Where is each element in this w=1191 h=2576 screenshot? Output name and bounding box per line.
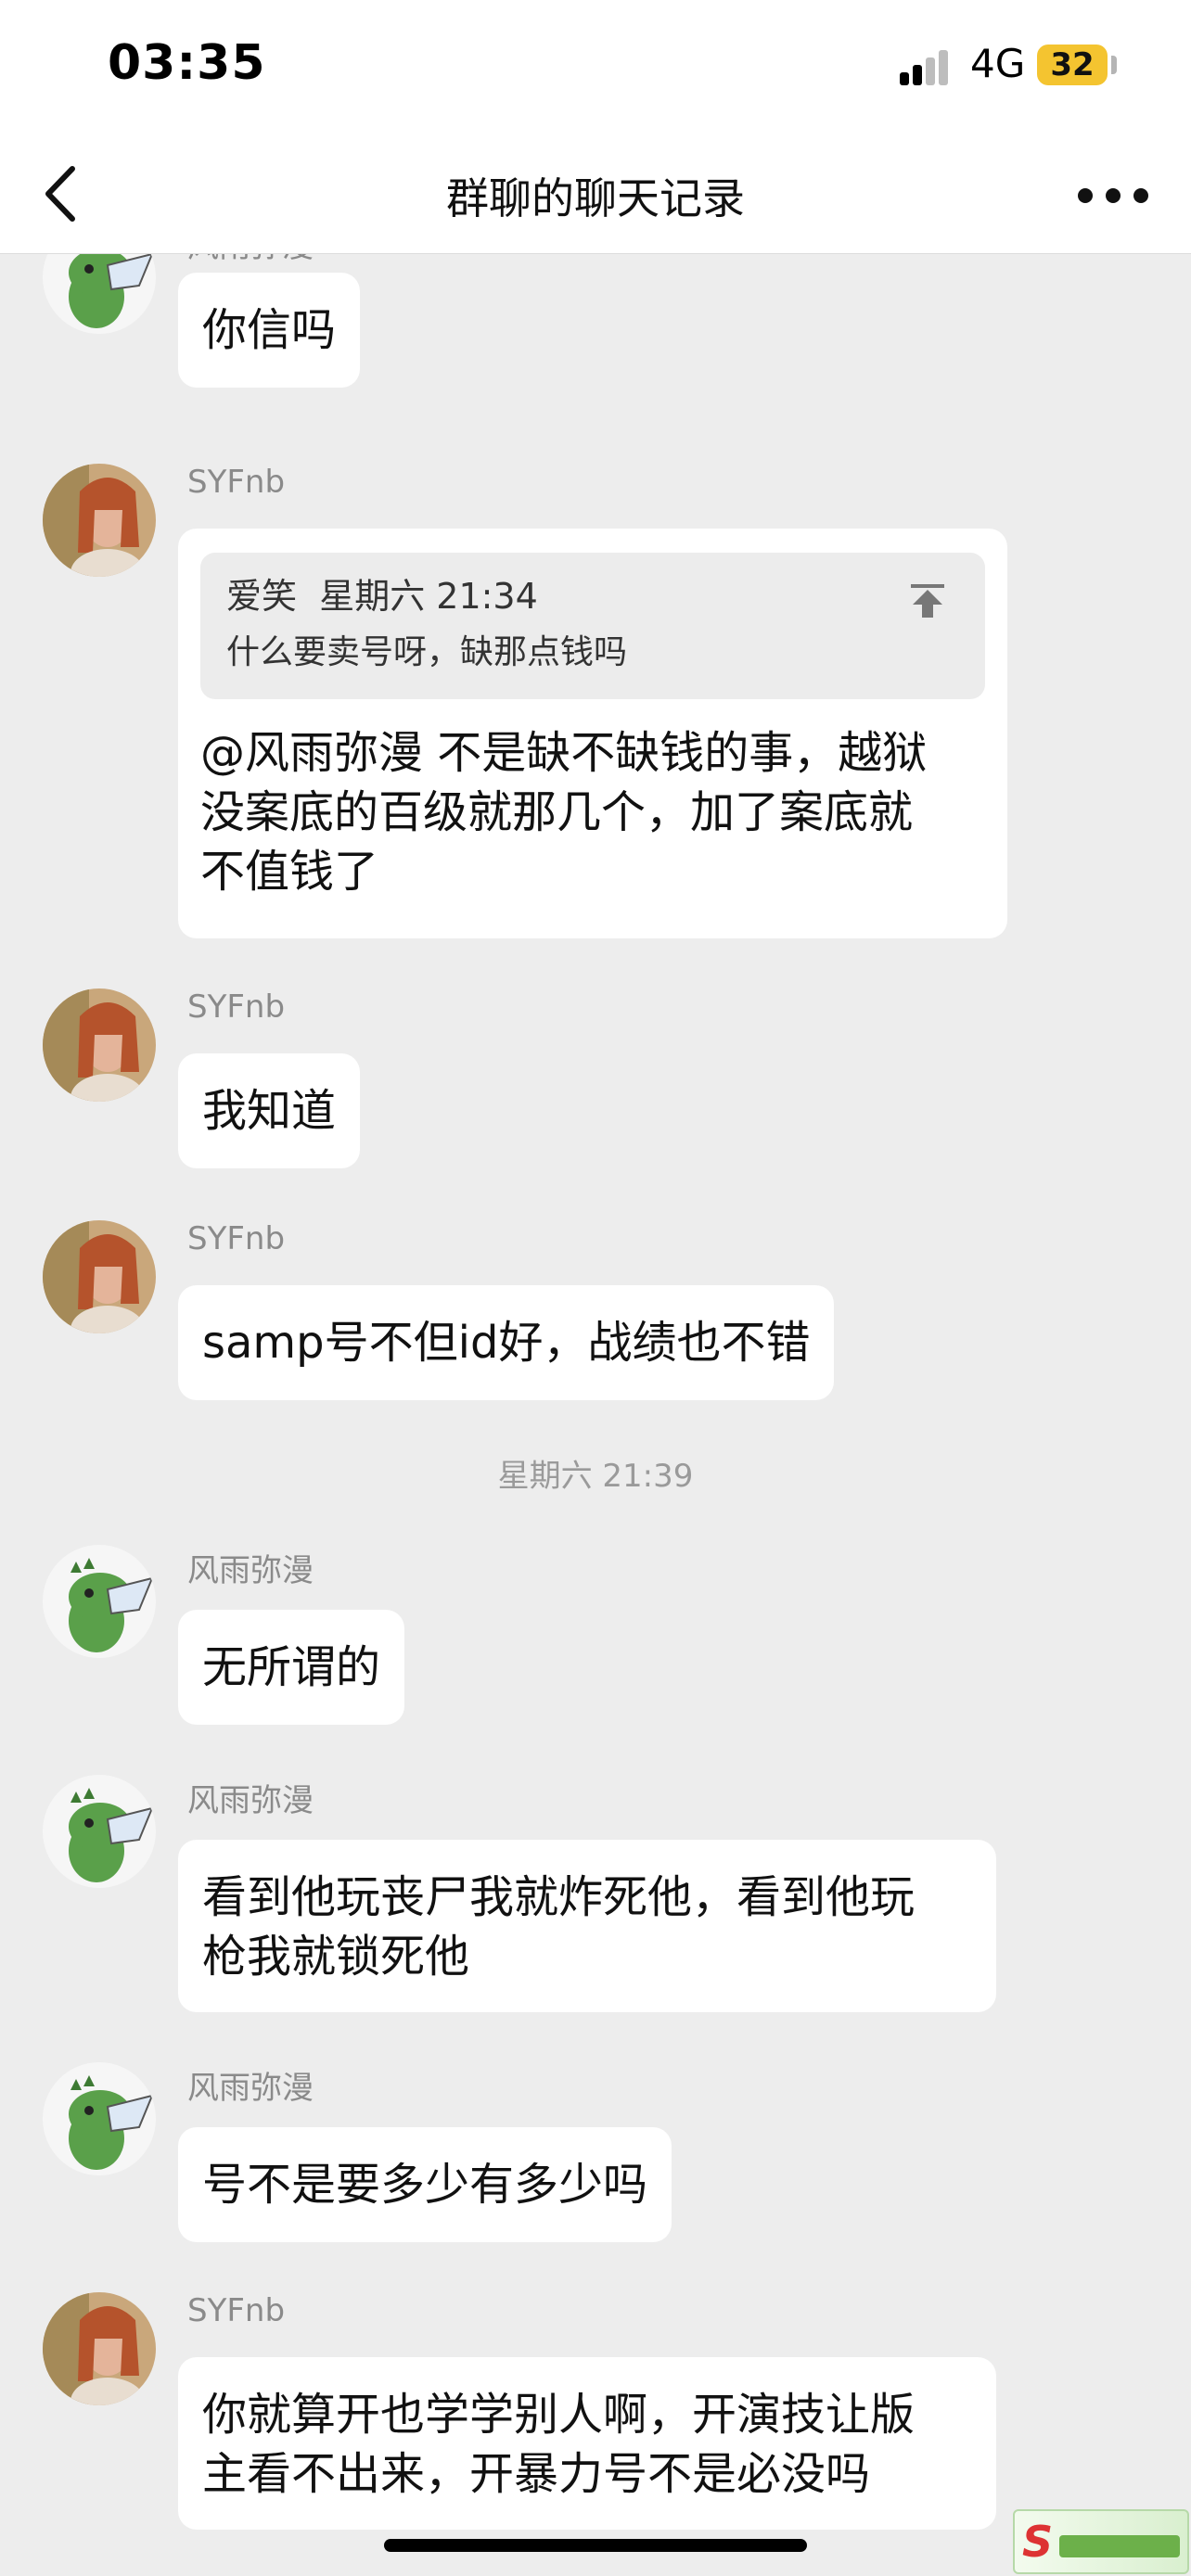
- sender-name: SYFnb: [187, 1220, 286, 1257]
- network-type: 4G: [970, 41, 1026, 86]
- message-text: 你就算开也学学别人啊，开演技让版 主看不出来，开暴力号不是必没吗: [202, 2389, 916, 2500]
- message-text: 我知道: [202, 1085, 337, 1137]
- avatar-syfnb[interactable]: [43, 988, 156, 1102]
- message-bubble[interactable]: 我知道: [178, 1053, 361, 1168]
- cellular-signal-icon: [900, 48, 955, 85]
- status-time: 03:35: [108, 35, 266, 91]
- quote-author: 爱笑: [226, 576, 298, 617]
- message-bubble[interactable]: samp号不但id好，战绩也不错: [178, 1285, 835, 1400]
- message-text: 号不是要多少有多少吗: [202, 2159, 648, 2211]
- site-watermark-logo: S: [1013, 2509, 1189, 2574]
- sender-name: SYFnb: [187, 464, 286, 501]
- quote-time: 星期六 21:34: [319, 576, 538, 617]
- sender-name: SYFnb: [187, 988, 286, 1026]
- battery-cap: [1111, 56, 1117, 74]
- sender-name: 风雨弥漫: [187, 1782, 314, 1819]
- quote-header: 爱笑 星期六 21:34: [226, 573, 959, 619]
- more-horizontal-icon[interactable]: [1076, 182, 1150, 210]
- message-bubble[interactable]: 号不是要多少有多少吗: [178, 2127, 672, 2242]
- message-text: samp号不但id好，战绩也不错: [202, 1317, 811, 1369]
- page-title: 群聊的聊天记录: [446, 173, 745, 223]
- avatar-dino[interactable]: [43, 1545, 156, 1658]
- status-bar: 03:35 4G 32: [0, 0, 1191, 139]
- avatar-dino[interactable]: [43, 1775, 156, 1888]
- message-text: 无所谓的: [202, 1641, 381, 1693]
- dino-avatar-icon: [43, 254, 156, 334]
- avatar-dino[interactable]: [43, 2062, 156, 2175]
- avatar-dino[interactable]: [43, 254, 156, 334]
- avatar-syfnb[interactable]: [43, 1220, 156, 1333]
- profile-photo-icon: [43, 464, 156, 577]
- dino-avatar-icon: [43, 1545, 156, 1658]
- battery-icon: 32: [1037, 45, 1108, 85]
- avatar-syfnb[interactable]: [43, 2292, 156, 2405]
- message-bubble[interactable]: 你就算开也学学别人啊，开演技让版 主看不出来，开暴力号不是必没吗: [178, 2357, 996, 2530]
- dino-avatar-icon: [43, 1775, 156, 1888]
- message-bubble[interactable]: 你信吗: [178, 273, 361, 388]
- message-text: 你信吗: [202, 304, 337, 356]
- home-indicator[interactable]: [384, 2539, 807, 2552]
- avatar-syfnb[interactable]: [43, 464, 156, 577]
- watermark-band: [1059, 2535, 1180, 2557]
- sender-name: 风雨弥漫: [187, 254, 314, 266]
- message-text: 看到他玩丧尸我就炸死他，看到他玩 枪我就锁死他: [202, 1871, 916, 1983]
- quoted-message[interactable]: 爱笑 星期六 21:34 什么要卖号呀，缺那点钱吗: [200, 553, 985, 699]
- profile-photo-icon: [43, 2292, 156, 2405]
- sender-name: SYFnb: [187, 2292, 286, 2329]
- message-text: @风雨弥漫 不是缺不缺钱的事，越狱 没案底的百级就那几个，加了案底就 不值钱了: [200, 727, 928, 898]
- message-bubble[interactable]: 无所谓的: [178, 1610, 405, 1725]
- message-bubble[interactable]: 爱笑 星期六 21:34 什么要卖号呀，缺那点钱吗 @风雨弥漫 不是缺不缺钱的事…: [178, 529, 1007, 938]
- profile-photo-icon: [43, 988, 156, 1102]
- message-bubble[interactable]: 看到他玩丧尸我就炸死他，看到他玩 枪我就锁死他: [178, 1840, 996, 2012]
- chat-history[interactable]: 风雨弥漫 你信吗 SYFnb 爱笑 星期六 21:34 什么要卖号呀，缺那点钱吗: [0, 254, 1191, 2576]
- sender-name: 风雨弥漫: [187, 1552, 314, 1589]
- sender-name: 风雨弥漫: [187, 2070, 314, 2107]
- scroll-to-top-icon[interactable]: [907, 580, 948, 621]
- quote-text: 什么要卖号呀，缺那点钱吗: [226, 633, 628, 671]
- nav-bar: 群聊的聊天记录: [0, 139, 1191, 254]
- dino-avatar-icon: [43, 2062, 156, 2175]
- watermark-s-glyph: S: [1022, 2517, 1054, 2567]
- time-separator: 星期六 21:39: [497, 1458, 694, 1495]
- profile-photo-icon: [43, 1220, 156, 1333]
- battery-level: 32: [1050, 46, 1095, 83]
